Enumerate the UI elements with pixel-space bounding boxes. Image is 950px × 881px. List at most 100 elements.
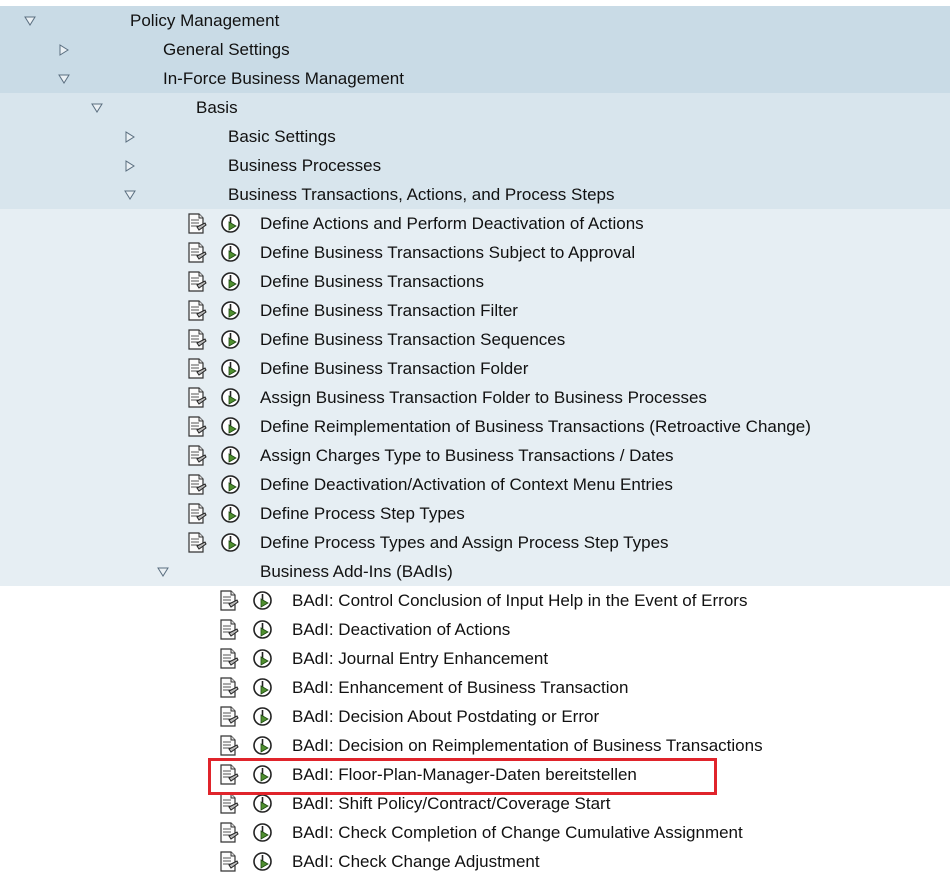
tree-node-label[interactable]: Define Business Transactions Subject to … bbox=[260, 238, 635, 267]
tree-activity-node[interactable]: Define Actions and Perform Deactivation … bbox=[0, 209, 950, 238]
tree-activity-node[interactable]: Assign Charges Type to Business Transact… bbox=[0, 441, 950, 470]
document-icon[interactable] bbox=[218, 764, 239, 785]
document-icon[interactable] bbox=[186, 387, 207, 408]
tree-activity-node[interactable]: Define Business Transaction Folder bbox=[0, 354, 950, 383]
document-icon[interactable] bbox=[218, 793, 239, 814]
tree-node-label[interactable]: Business Transactions, Actions, and Proc… bbox=[228, 180, 614, 209]
clock-execute-icon[interactable] bbox=[220, 474, 241, 495]
clock-execute-icon[interactable] bbox=[220, 358, 241, 379]
tree-node-label[interactable]: Define Business Transaction Filter bbox=[260, 296, 518, 325]
tree-node-label[interactable]: Assign Charges Type to Business Transact… bbox=[260, 441, 674, 470]
collapse-triangle-icon[interactable] bbox=[56, 35, 72, 64]
tree-activity-node[interactable]: BAdI: Floor-Plan-Manager-Daten bereitste… bbox=[0, 760, 950, 789]
document-icon[interactable] bbox=[218, 590, 239, 611]
tree-node-label[interactable]: BAdI: Deactivation of Actions bbox=[292, 615, 510, 644]
tree-activity-node[interactable]: BAdI: Deactivation of Actions bbox=[0, 615, 950, 644]
tree-node-label[interactable]: Define Process Types and Assign Process … bbox=[260, 528, 669, 557]
tree-node-label[interactable]: Define Reimplementation of Business Tran… bbox=[260, 412, 811, 441]
expand-triangle-icon[interactable] bbox=[22, 6, 38, 35]
tree-node-label[interactable]: Define Business Transaction Sequences bbox=[260, 325, 565, 354]
tree-activity-node[interactable]: Define Business Transactions bbox=[0, 267, 950, 296]
document-icon[interactable] bbox=[186, 300, 207, 321]
clock-execute-icon[interactable] bbox=[252, 851, 273, 872]
tree-activity-node[interactable]: Assign Business Transaction Folder to Bu… bbox=[0, 383, 950, 412]
clock-execute-icon[interactable] bbox=[220, 445, 241, 466]
document-icon[interactable] bbox=[186, 532, 207, 553]
document-icon[interactable] bbox=[218, 822, 239, 843]
clock-execute-icon[interactable] bbox=[252, 648, 273, 669]
tree-node-label[interactable]: In-Force Business Management bbox=[163, 64, 404, 93]
clock-execute-icon[interactable] bbox=[220, 242, 241, 263]
tree-node-label[interactable]: Policy Management bbox=[130, 6, 279, 35]
document-icon[interactable] bbox=[186, 213, 207, 234]
tree-node-label[interactable]: Assign Business Transaction Folder to Bu… bbox=[260, 383, 707, 412]
clock-execute-icon[interactable] bbox=[220, 329, 241, 350]
document-icon[interactable] bbox=[186, 329, 207, 350]
tree-activity-node[interactable]: Define Business Transaction Sequences bbox=[0, 325, 950, 354]
clock-execute-icon[interactable] bbox=[220, 416, 241, 437]
document-icon[interactable] bbox=[186, 358, 207, 379]
document-icon[interactable] bbox=[218, 851, 239, 872]
tree-node-label[interactable]: Basis bbox=[196, 93, 238, 122]
expand-triangle-icon[interactable] bbox=[122, 180, 138, 209]
tree-activity-node[interactable]: Define Process Step Types bbox=[0, 499, 950, 528]
document-icon[interactable] bbox=[186, 416, 207, 437]
document-icon[interactable] bbox=[218, 619, 239, 640]
tree-activity-node[interactable]: Define Process Types and Assign Process … bbox=[0, 528, 950, 557]
tree-node-label[interactable]: BAdI: Decision About Postdating or Error bbox=[292, 702, 599, 731]
clock-execute-icon[interactable] bbox=[220, 503, 241, 524]
clock-execute-icon[interactable] bbox=[252, 793, 273, 814]
clock-execute-icon[interactable] bbox=[252, 677, 273, 698]
document-icon[interactable] bbox=[218, 677, 239, 698]
collapse-triangle-icon[interactable] bbox=[122, 151, 138, 180]
tree-node-label[interactable]: BAdI: Floor-Plan-Manager-Daten bereitste… bbox=[292, 760, 637, 789]
tree-activity-node[interactable]: Define Business Transactions Subject to … bbox=[0, 238, 950, 267]
tree-activity-node[interactable]: BAdI: Shift Policy/Contract/Coverage Sta… bbox=[0, 789, 950, 818]
clock-execute-icon[interactable] bbox=[252, 822, 273, 843]
tree-node-label[interactable]: BAdI: Journal Entry Enhancement bbox=[292, 644, 548, 673]
tree-node-label[interactable]: Business Add-Ins (BAdIs) bbox=[260, 557, 453, 586]
tree-node-label[interactable]: Define Actions and Perform Deactivation … bbox=[260, 209, 644, 238]
clock-execute-icon[interactable] bbox=[252, 735, 273, 756]
expand-triangle-icon[interactable] bbox=[155, 557, 171, 586]
tree-activity-node[interactable]: BAdI: Enhancement of Business Transactio… bbox=[0, 673, 950, 702]
tree-folder-node[interactable]: General Settings bbox=[0, 35, 950, 64]
tree-node-label[interactable]: BAdI: Control Conclusion of Input Help i… bbox=[292, 586, 747, 615]
clock-execute-icon[interactable] bbox=[252, 706, 273, 727]
tree-activity-node[interactable]: Define Business Transaction Filter bbox=[0, 296, 950, 325]
tree-activity-node[interactable]: Define Deactivation/Activation of Contex… bbox=[0, 470, 950, 499]
tree-activity-node[interactable]: BAdI: Control Conclusion of Input Help i… bbox=[0, 586, 950, 615]
clock-execute-icon[interactable] bbox=[220, 387, 241, 408]
collapse-triangle-icon[interactable] bbox=[122, 122, 138, 151]
tree-activity-node[interactable]: BAdI: Check Change Adjustment bbox=[0, 847, 950, 876]
tree-node-label[interactable]: Business Processes bbox=[228, 151, 381, 180]
document-icon[interactable] bbox=[218, 706, 239, 727]
tree-node-label[interactable]: BAdI: Check Completion of Change Cumulat… bbox=[292, 818, 743, 847]
document-icon[interactable] bbox=[186, 271, 207, 292]
tree-activity-node[interactable]: BAdI: Check Completion of Change Cumulat… bbox=[0, 818, 950, 847]
tree-node-label[interactable]: Define Process Step Types bbox=[260, 499, 465, 528]
clock-execute-icon[interactable] bbox=[252, 590, 273, 611]
tree-folder-node[interactable]: In-Force Business Management bbox=[0, 64, 950, 93]
tree-folder-node[interactable]: Business Processes bbox=[0, 151, 950, 180]
document-icon[interactable] bbox=[218, 735, 239, 756]
clock-execute-icon[interactable] bbox=[252, 764, 273, 785]
clock-execute-icon[interactable] bbox=[220, 300, 241, 321]
tree-folder-node[interactable]: Business Transactions, Actions, and Proc… bbox=[0, 180, 950, 209]
tree-node-label[interactable]: BAdI: Decision on Reimplementation of Bu… bbox=[292, 731, 763, 760]
tree-activity-node[interactable]: BAdI: Journal Entry Enhancement bbox=[0, 644, 950, 673]
tree-node-label[interactable]: BAdI: Check Change Adjustment bbox=[292, 847, 540, 876]
document-icon[interactable] bbox=[218, 648, 239, 669]
tree-activity-node[interactable]: Define Reimplementation of Business Tran… bbox=[0, 412, 950, 441]
tree-folder-node[interactable]: Basis bbox=[0, 93, 950, 122]
expand-triangle-icon[interactable] bbox=[89, 93, 105, 122]
clock-execute-icon[interactable] bbox=[220, 213, 241, 234]
tree-node-label[interactable]: Define Deactivation/Activation of Contex… bbox=[260, 470, 673, 499]
tree-folder-node[interactable]: Policy Management bbox=[0, 6, 950, 35]
expand-triangle-icon[interactable] bbox=[56, 64, 72, 93]
tree-activity-node[interactable]: BAdI: Decision About Postdating or Error bbox=[0, 702, 950, 731]
tree-folder-node[interactable]: Business Add-Ins (BAdIs) bbox=[0, 557, 950, 586]
tree-node-label[interactable]: Define Business Transaction Folder bbox=[260, 354, 528, 383]
tree-node-label[interactable]: Define Business Transactions bbox=[260, 267, 484, 296]
document-icon[interactable] bbox=[186, 503, 207, 524]
